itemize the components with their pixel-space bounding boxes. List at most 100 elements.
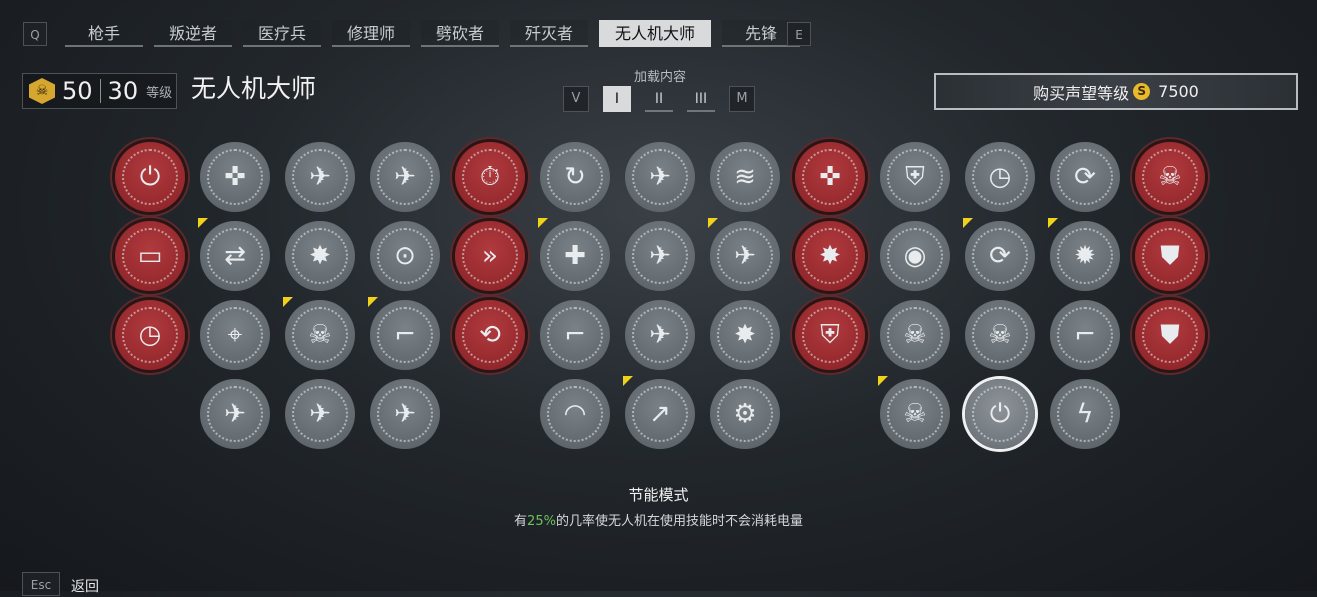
- node-ring: [632, 307, 688, 363]
- skill-node[interactable]: ✸: [795, 221, 865, 291]
- skill-node[interactable]: ⊙: [370, 221, 440, 291]
- node-ring: [717, 228, 773, 284]
- node-ring: [632, 386, 688, 442]
- skill-node[interactable]: ⏻: [965, 379, 1035, 449]
- skill-node[interactable]: ⏱: [455, 142, 525, 212]
- skill-node[interactable]: ✜: [200, 142, 270, 212]
- skill-node[interactable]: ✈: [625, 221, 695, 291]
- skill-node[interactable]: ↗: [625, 379, 695, 449]
- skill-node[interactable]: ↻: [540, 142, 610, 212]
- desc-before: 有: [514, 514, 528, 529]
- new-flag-icon: [368, 297, 378, 307]
- skill-node[interactable]: ⟳: [1050, 142, 1120, 212]
- node-ring: [547, 228, 603, 284]
- node-ring: [207, 386, 263, 442]
- skill-node[interactable]: ◠: [540, 379, 610, 449]
- node-ring: [462, 149, 518, 205]
- node-ring: [207, 149, 263, 205]
- skill-node[interactable]: ⏻: [115, 142, 185, 212]
- skill-node[interactable]: ✸: [710, 300, 780, 370]
- skill-node[interactable]: ⛊: [1135, 300, 1205, 370]
- node-ring: [122, 307, 178, 363]
- node-ring: [802, 307, 858, 363]
- node-ring: [377, 149, 433, 205]
- skill-title: 节能模式: [628, 486, 689, 504]
- skill-node[interactable]: ✹: [1050, 221, 1120, 291]
- new-flag-icon: [963, 218, 973, 228]
- node-ring: [887, 149, 943, 205]
- skill-node[interactable]: ✈: [200, 379, 270, 449]
- skill-node[interactable]: ⛨: [880, 142, 950, 212]
- node-ring: [632, 228, 688, 284]
- node-ring: [1057, 149, 1113, 205]
- skill-node[interactable]: ⌐: [370, 300, 440, 370]
- skill-node[interactable]: ⌐: [1050, 300, 1120, 370]
- node-ring: [207, 307, 263, 363]
- skill-node[interactable]: ✈: [370, 379, 440, 449]
- skill-node[interactable]: ◷: [965, 142, 1035, 212]
- node-ring: [972, 149, 1028, 205]
- back-label[interactable]: 返回: [71, 576, 99, 596]
- skill-node[interactable]: ≋: [710, 142, 780, 212]
- node-ring: [632, 149, 688, 205]
- skill-node[interactable]: ⌖: [200, 300, 270, 370]
- skill-node[interactable]: ◉: [880, 221, 950, 291]
- node-ring: [547, 307, 603, 363]
- node-ring: [1142, 307, 1198, 363]
- skill-node[interactable]: ⛊: [1135, 221, 1205, 291]
- skill-node[interactable]: ⛨: [795, 300, 865, 370]
- node-ring: [462, 307, 518, 363]
- node-ring: [717, 149, 773, 205]
- skill-node[interactable]: ⟲: [455, 300, 525, 370]
- node-ring: [377, 228, 433, 284]
- new-flag-icon: [538, 218, 548, 228]
- esc-key[interactable]: Esc: [22, 572, 60, 596]
- skill-node[interactable]: ⌐: [540, 300, 610, 370]
- new-flag-icon: [283, 297, 293, 307]
- skill-node[interactable]: ✈: [710, 221, 780, 291]
- skill-node[interactable]: ✈: [285, 379, 355, 449]
- node-ring: [802, 149, 858, 205]
- skill-node[interactable]: ✈: [625, 300, 695, 370]
- node-ring: [1057, 386, 1113, 442]
- node-ring: [802, 228, 858, 284]
- node-ring: [887, 307, 943, 363]
- node-ring: [462, 228, 518, 284]
- skill-node[interactable]: ✈: [625, 142, 695, 212]
- node-ring: [972, 228, 1028, 284]
- node-ring: [292, 149, 348, 205]
- skill-node[interactable]: ☠: [1135, 142, 1205, 212]
- node-ring: [1142, 228, 1198, 284]
- new-flag-icon: [878, 376, 888, 386]
- skill-node[interactable]: ☠: [965, 300, 1035, 370]
- node-ring: [292, 228, 348, 284]
- new-flag-icon: [198, 218, 208, 228]
- node-ring: [1142, 149, 1198, 205]
- skill-node[interactable]: ⟳: [965, 221, 1035, 291]
- skill-node[interactable]: ϟ: [1050, 379, 1120, 449]
- skill-node[interactable]: ◷: [115, 300, 185, 370]
- skill-node[interactable]: ⚙: [710, 379, 780, 449]
- node-ring: [377, 386, 433, 442]
- skill-node[interactable]: ☠: [285, 300, 355, 370]
- new-flag-icon: [1048, 218, 1058, 228]
- node-ring: [1057, 307, 1113, 363]
- skill-node[interactable]: ☠: [880, 300, 950, 370]
- skill-node[interactable]: ✸: [285, 221, 355, 291]
- new-flag-icon: [708, 218, 718, 228]
- node-ring: [887, 386, 943, 442]
- skill-node[interactable]: ✚: [540, 221, 610, 291]
- skill-node[interactable]: ☠: [880, 379, 950, 449]
- skill-node[interactable]: ✜: [795, 142, 865, 212]
- skill-node[interactable]: ✈: [370, 142, 440, 212]
- node-ring: [292, 386, 348, 442]
- skill-node[interactable]: ⇄: [200, 221, 270, 291]
- skill-node[interactable]: ▭: [115, 221, 185, 291]
- node-ring: [1057, 228, 1113, 284]
- node-ring: [972, 386, 1028, 442]
- node-ring: [547, 149, 603, 205]
- node-ring: [207, 228, 263, 284]
- skill-node[interactable]: ✈: [285, 142, 355, 212]
- node-ring: [887, 228, 943, 284]
- skill-node[interactable]: »: [455, 221, 525, 291]
